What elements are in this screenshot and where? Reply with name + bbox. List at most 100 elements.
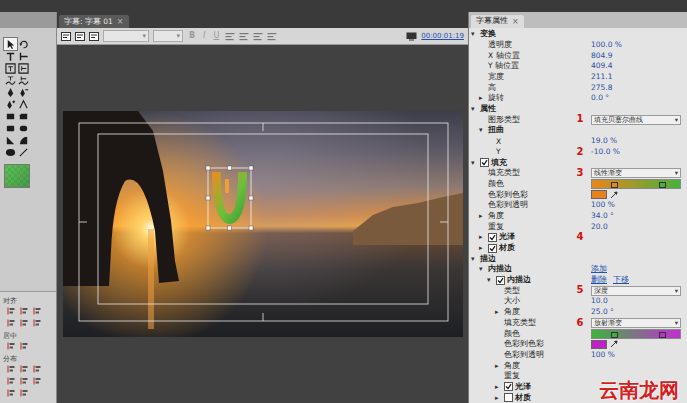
- expand-toggle[interactable]: ▸: [495, 307, 502, 317]
- eyedropper-icon[interactable]: [610, 340, 618, 348]
- resize-handle[interactable]: [227, 166, 231, 170]
- type-tool[interactable]: [4, 50, 17, 62]
- property-value[interactable]: 211.1: [591, 72, 612, 82]
- pen-tool[interactable]: [4, 86, 17, 98]
- arc-tool[interactable]: [17, 134, 30, 146]
- expand-toggle[interactable]: ▾: [479, 125, 486, 135]
- property-value[interactable]: 275.8: [591, 83, 612, 93]
- toolbar-button[interactable]: [253, 32, 263, 41]
- cliprect-tool[interactable]: [17, 110, 30, 122]
- expand-toggle[interactable]: ▸: [479, 232, 486, 242]
- resize-handle[interactable]: [249, 166, 253, 170]
- toolbar-button[interactable]: [267, 32, 277, 41]
- ellipse-tool[interactable]: [4, 146, 17, 158]
- resize-handle[interactable]: [206, 226, 210, 230]
- property-value[interactable]: 804.9: [591, 51, 612, 61]
- gradient-stop[interactable]: [659, 332, 666, 338]
- checkbox[interactable]: [496, 276, 505, 285]
- property-value[interactable]: 25.0 °: [591, 307, 614, 317]
- checkbox[interactable]: [480, 158, 489, 167]
- toolbar-button[interactable]: [89, 32, 99, 41]
- color-swatch[interactable]: [591, 190, 607, 199]
- timecode-field[interactable]: 00:00:01:19: [421, 30, 464, 42]
- show-video-button[interactable]: [406, 32, 417, 41]
- toolbar-button[interactable]: [61, 32, 71, 41]
- property-value[interactable]: 100 %: [591, 350, 615, 360]
- expand-toggle[interactable]: ▾: [471, 158, 478, 168]
- stroke-action-link[interactable]: 添加: [591, 264, 607, 274]
- select-tool[interactable]: [4, 38, 17, 50]
- font-style-dropdown[interactable]: ▾: [153, 30, 183, 42]
- vareatype-tool[interactable]: [17, 62, 30, 74]
- gradient-stop[interactable]: [611, 182, 618, 188]
- style-preview-swatch[interactable]: [4, 164, 30, 188]
- expand-toggle[interactable]: ▾: [479, 264, 486, 274]
- rect-tool[interactable]: [4, 110, 17, 122]
- resize-handle[interactable]: [227, 226, 231, 230]
- expand-toggle[interactable]: ▸: [479, 211, 486, 221]
- checkbox[interactable]: [488, 233, 497, 242]
- areatype-tool[interactable]: [4, 62, 17, 74]
- checkbox[interactable]: [504, 382, 513, 391]
- text-style-button[interactable]: I: [201, 30, 207, 42]
- property-dropdown[interactable]: 深度▾: [591, 286, 681, 296]
- resize-handle[interactable]: [206, 196, 210, 200]
- line-tool[interactable]: [17, 146, 30, 158]
- title-tab[interactable]: 字幕: 字幕 01×: [59, 15, 129, 28]
- property-value[interactable]: 100 %: [591, 200, 615, 210]
- close-button[interactable]: ×: [117, 17, 124, 26]
- font-family-dropdown[interactable]: ▾: [103, 30, 149, 42]
- property-value[interactable]: 19.0 %: [591, 136, 617, 146]
- close-button[interactable]: ×: [512, 17, 519, 26]
- resize-handle[interactable]: [206, 166, 210, 170]
- align-button[interactable]: [19, 306, 29, 315]
- align-button[interactable]: [19, 376, 29, 385]
- align-button[interactable]: [32, 318, 42, 327]
- property-value[interactable]: 10.0: [591, 296, 608, 306]
- vtype-tool[interactable]: [17, 50, 30, 62]
- roundrect-tool[interactable]: [4, 122, 17, 134]
- align-button[interactable]: [6, 306, 16, 315]
- text-style-button[interactable]: U: [211, 30, 221, 42]
- convertanchor-tool[interactable]: [17, 98, 30, 110]
- property-value[interactable]: 20.0: [591, 222, 608, 232]
- expand-toggle[interactable]: ▸: [479, 93, 486, 103]
- vpathtype-tool[interactable]: [17, 74, 30, 86]
- align-button[interactable]: [19, 364, 29, 373]
- expand-toggle[interactable]: ▾: [471, 29, 478, 39]
- expand-toggle[interactable]: ▾: [487, 275, 494, 285]
- property-value[interactable]: 34.0 °: [591, 211, 614, 221]
- align-button[interactable]: [6, 388, 16, 397]
- expand-toggle[interactable]: ▸: [495, 393, 502, 403]
- align-button[interactable]: [32, 306, 42, 315]
- property-value[interactable]: 409.4: [591, 61, 612, 71]
- roundcorner-tool[interactable]: [17, 122, 30, 134]
- pathtype-tool[interactable]: [4, 74, 17, 86]
- align-button[interactable]: [19, 341, 29, 350]
- align-button[interactable]: [6, 364, 16, 373]
- gradient-editor[interactable]: [591, 179, 681, 189]
- property-value[interactable]: 0.0 °: [591, 93, 609, 103]
- align-button[interactable]: [19, 388, 29, 397]
- gradient-stop[interactable]: [611, 332, 618, 338]
- stroke-action-link[interactable]: 下移: [613, 275, 629, 285]
- stroke-action-link[interactable]: 删除: [591, 275, 607, 285]
- toolbar-button[interactable]: [75, 32, 85, 41]
- property-dropdown[interactable]: 线性渐变▾: [591, 168, 681, 178]
- resize-handle[interactable]: [249, 196, 253, 200]
- property-dropdown[interactable]: 放射渐变▾: [591, 318, 681, 328]
- toolbar-button[interactable]: [239, 32, 249, 41]
- toolbar-button[interactable]: [225, 32, 235, 41]
- color-swatch[interactable]: [591, 340, 607, 349]
- wedge-tool[interactable]: [4, 134, 17, 146]
- expand-toggle[interactable]: ▸: [479, 243, 486, 253]
- align-button[interactable]: [6, 318, 16, 327]
- property-dropdown[interactable]: 填充贝塞尔曲线▾: [591, 115, 681, 125]
- bezier-shape[interactable]: [206, 166, 253, 230]
- align-button[interactable]: [32, 376, 42, 385]
- property-value[interactable]: 100.0 %: [591, 40, 622, 50]
- properties-tab[interactable]: 字幕属性×: [471, 15, 524, 28]
- text-style-button[interactable]: B: [187, 30, 197, 42]
- align-button[interactable]: [19, 318, 29, 327]
- property-value[interactable]: -10.0 %: [591, 147, 620, 157]
